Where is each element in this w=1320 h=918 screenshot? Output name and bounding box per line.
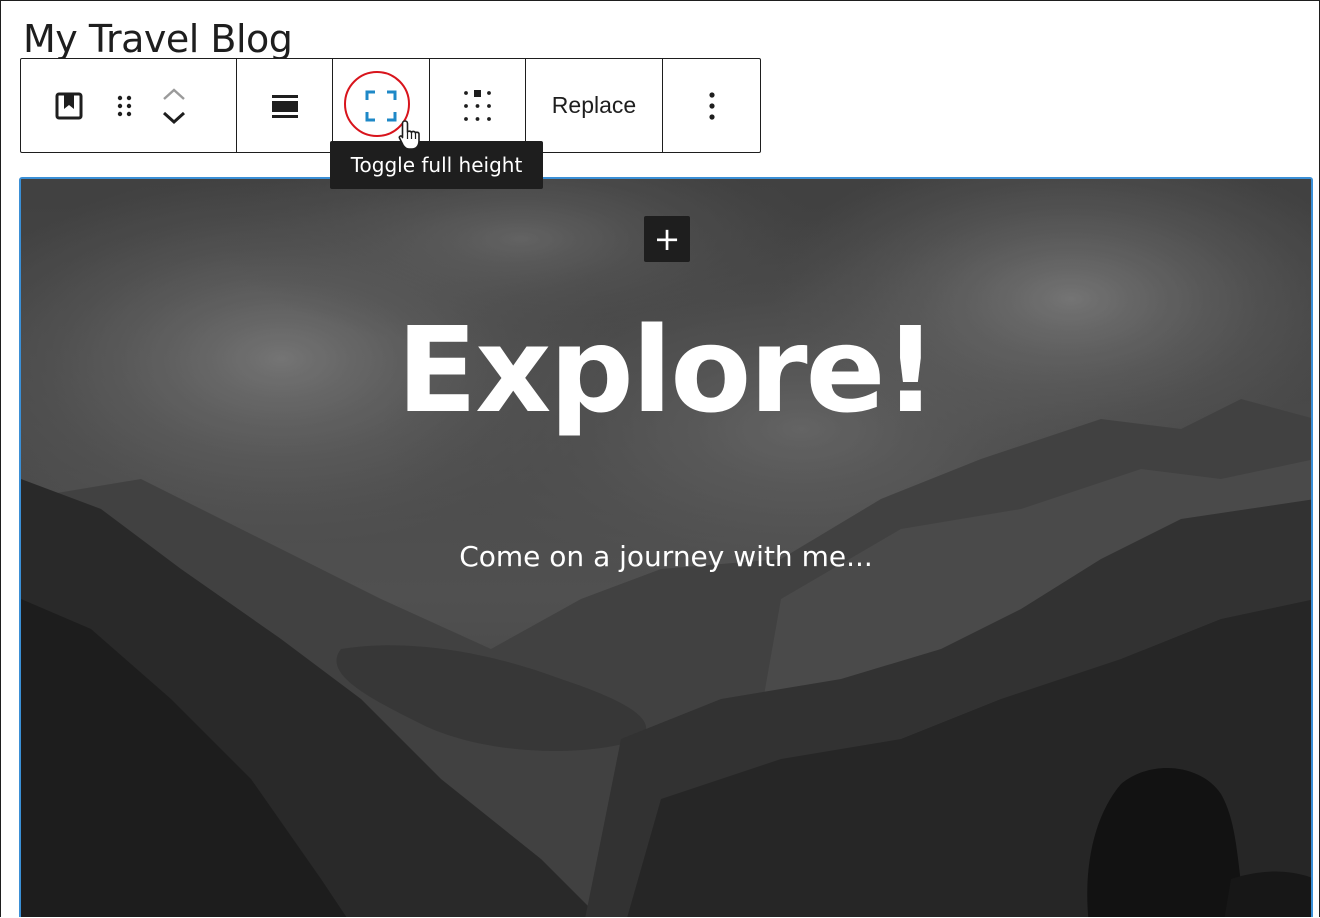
matrix-position-icon (463, 89, 491, 121)
toggle-full-height-button[interactable] (364, 89, 398, 123)
cover-block[interactable]: + Explore! Come on a journey with me... (19, 177, 1313, 917)
toolbar-group-replace: Replace (526, 59, 663, 152)
options-button[interactable] (707, 90, 717, 122)
editor-canvas: My Travel Blog Replace Toggle full heigh… (0, 0, 1320, 917)
toolbar-group-align (237, 59, 333, 152)
cover-subheading[interactable]: Come on a journey with me... (21, 537, 1311, 577)
toolbar-group-options (663, 59, 760, 152)
block-toolbar: Replace (20, 58, 761, 153)
cover-heading[interactable]: Explore! (21, 295, 1311, 445)
toolbar-group-block (21, 59, 237, 152)
replace-button[interactable]: Replace (552, 92, 636, 119)
move-buttons (161, 86, 187, 126)
cover-block-icon (55, 92, 83, 119)
drag-handle-icon[interactable] (115, 93, 135, 119)
chevron-down-icon[interactable] (161, 110, 187, 126)
hand-pointer-cursor-icon (398, 120, 420, 150)
chevron-up-icon[interactable] (161, 86, 187, 102)
fullscreen-icon (365, 90, 397, 121)
align-button[interactable] (270, 91, 300, 121)
block-inserter-button[interactable]: + (644, 216, 690, 262)
cover-block-button[interactable] (51, 86, 87, 126)
toolbar-group-position (430, 59, 526, 152)
change-content-position-button[interactable] (460, 88, 496, 124)
post-title[interactable]: My Travel Blog (23, 15, 293, 63)
more-vertical-icon (708, 91, 715, 120)
align-wide-icon (271, 94, 298, 118)
tooltip: Toggle full height (330, 141, 543, 189)
